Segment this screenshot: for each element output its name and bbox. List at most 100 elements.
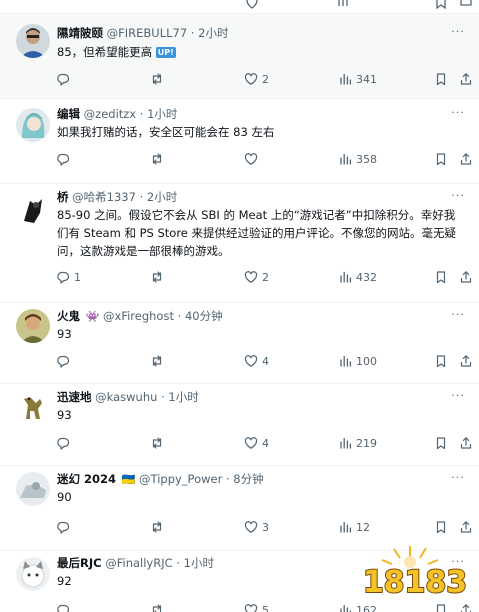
display-name[interactable]: 隰靖陂颐 (57, 26, 103, 40)
views-count: 162 (356, 603, 377, 612)
tweet-header: 编辑 @zeditzx · 1小时 (57, 106, 177, 122)
retweet-button[interactable] (150, 269, 168, 285)
avatar[interactable] (16, 24, 50, 58)
more-icon[interactable]: ··· (451, 26, 465, 40)
more-icon[interactable]: ··· (451, 190, 465, 204)
timestamp[interactable]: 2小时 (198, 26, 228, 40)
reply-feed: 隰靖陂颐 @FIREBULL77 · 2小时 ··· 85，但希望能更高 UP!… (0, 14, 479, 612)
bookmark-icon (436, 153, 446, 166)
like-button[interactable]: 3 (244, 519, 269, 535)
display-name[interactable]: 火鬼 (57, 309, 80, 323)
previous-tweet-actions (0, 0, 479, 14)
views-button[interactable]: 162 (338, 602, 377, 612)
like-button[interactable]: 4 (244, 435, 269, 451)
more-icon[interactable]: ··· (451, 390, 465, 404)
avatar[interactable] (16, 472, 50, 506)
avatar[interactable] (16, 557, 50, 591)
bookmark-icon[interactable] (434, 0, 448, 10)
share-button[interactable] (459, 71, 473, 87)
timestamp[interactable]: 2小时 (147, 190, 177, 204)
more-icon[interactable]: ··· (451, 107, 465, 121)
views-button[interactable]: 219 (338, 435, 377, 451)
views-button[interactable]: 432 (338, 269, 377, 285)
more-icon[interactable]: ··· (451, 309, 465, 323)
retweet-icon (152, 437, 162, 449)
like-button[interactable]: 2 (244, 71, 269, 87)
tweet[interactable]: 火鬼 👾 @xFireghost · 40分钟 ··· 93 4 100 (0, 303, 479, 384)
tweet[interactable]: 编辑 @zeditzx · 1小时 ··· 如果我打赌的话，安全区可能会在 83… (0, 99, 479, 184)
share-button[interactable] (459, 602, 473, 612)
display-name[interactable]: 最后RJC (57, 556, 102, 570)
bookmark-button[interactable] (434, 71, 448, 87)
share-button[interactable] (459, 353, 473, 369)
views-button[interactable]: 100 (338, 353, 377, 369)
tweet[interactable]: 桥 @哈希1337 · 2小时 ··· 85-90 之间。假设它不会从 SBI … (0, 184, 479, 303)
user-handle[interactable]: @FinallyRJC (105, 556, 172, 570)
retweet-button[interactable] (150, 71, 168, 87)
retweet-button[interactable] (150, 353, 168, 369)
like-icon (244, 521, 258, 533)
avatar[interactable] (16, 108, 50, 142)
reply-button[interactable] (56, 71, 74, 87)
tweet-text-content: 85-90 之间。假设它不会从 SBI 的 Meat 上的“游戏记者”中扣除积分… (57, 208, 457, 258)
tweet[interactable]: 隰靖陂颐 @FIREBULL77 · 2小时 ··· 85，但希望能更高 UP!… (0, 14, 479, 99)
like-button[interactable]: 4 (244, 353, 269, 369)
bookmark-button[interactable] (434, 519, 448, 535)
display-name[interactable]: 迷幻 2024 (57, 472, 116, 486)
like-button[interactable]: 5 (244, 602, 269, 612)
like-button[interactable]: 2 (244, 269, 269, 285)
views-button[interactable]: 358 (338, 151, 377, 167)
reply-button[interactable] (56, 519, 74, 535)
reply-button[interactable] (56, 151, 74, 167)
share-button[interactable] (459, 519, 473, 535)
views-icon[interactable] (336, 0, 350, 10)
timestamp[interactable]: 40分钟 (185, 309, 223, 323)
bookmark-button[interactable] (434, 353, 448, 369)
timestamp[interactable]: 8分钟 (233, 472, 263, 486)
user-handle[interactable]: @xFireghost (103, 309, 174, 323)
share-icon (460, 604, 472, 612)
timestamp[interactable]: 1小时 (168, 390, 198, 404)
avatar[interactable] (16, 309, 50, 343)
user-handle[interactable]: @FIREBULL77 (107, 26, 188, 40)
bookmark-icon (436, 604, 446, 612)
views-button[interactable]: 341 (338, 71, 377, 87)
timestamp[interactable]: 1小时 (147, 107, 177, 121)
share-button[interactable] (459, 269, 473, 285)
user-handle[interactable]: @哈希1337 (72, 190, 136, 204)
avatar[interactable] (16, 193, 50, 227)
share-icon[interactable] (459, 0, 473, 10)
bookmark-button[interactable] (434, 435, 448, 451)
reply-button[interactable] (56, 602, 74, 612)
share-button[interactable] (459, 435, 473, 451)
timestamp[interactable]: 1小时 (184, 556, 214, 570)
user-handle[interactable]: @Tippy_Power (139, 472, 222, 486)
reply-button[interactable]: 1 (56, 269, 81, 285)
tweet-actions: 5 162 (0, 602, 479, 612)
user-handle[interactable]: @kaswuhu (95, 390, 157, 404)
retweet-button[interactable] (150, 435, 168, 451)
reply-button[interactable] (56, 353, 74, 369)
bookmark-button[interactable] (434, 269, 448, 285)
retweet-button[interactable] (150, 519, 168, 535)
share-button[interactable] (459, 151, 473, 167)
retweet-button[interactable] (150, 151, 168, 167)
bookmark-button[interactable] (434, 602, 448, 612)
display-name[interactable]: 编辑 (57, 107, 80, 121)
display-name[interactable]: 桥 (57, 190, 69, 204)
bookmark-button[interactable] (434, 151, 448, 167)
tweet[interactable]: 迅速地 @kaswuhu · 1小时 ··· 93 4 219 (0, 384, 479, 466)
user-handle[interactable]: @zeditzx (84, 107, 136, 121)
more-icon[interactable]: ··· (451, 472, 465, 486)
share-icon (460, 73, 472, 85)
separator: · (190, 26, 195, 40)
reply-button[interactable] (56, 435, 74, 451)
views-button[interactable]: 12 (338, 519, 370, 535)
reply-icon (57, 521, 70, 534)
like-icon[interactable] (245, 0, 259, 10)
tweet-actions: 2 341 (0, 71, 479, 87)
avatar[interactable] (16, 389, 50, 423)
display-name[interactable]: 迅速地 (57, 390, 92, 404)
retweet-button[interactable] (150, 602, 168, 612)
like-button[interactable] (244, 151, 262, 167)
